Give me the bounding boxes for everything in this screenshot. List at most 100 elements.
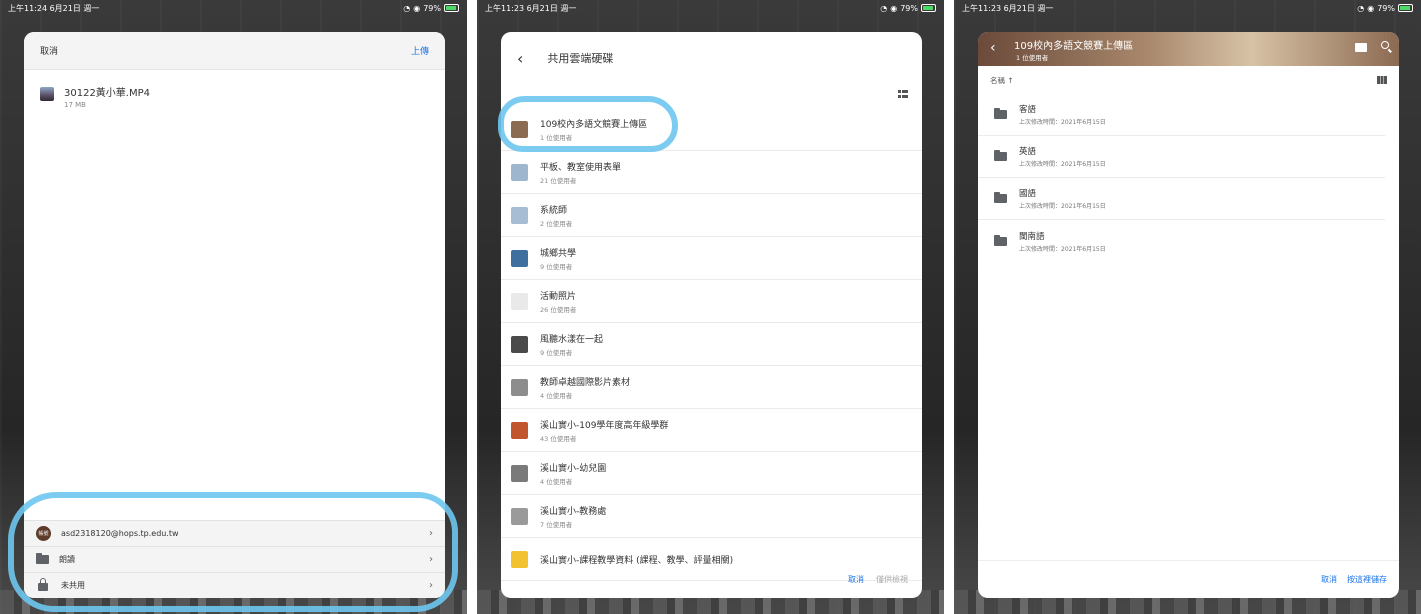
folder-icon — [994, 192, 1007, 203]
drive-title: 109校內多語文競賽上傳區 — [1014, 41, 1134, 52]
add-folder-icon[interactable] — [1355, 43, 1367, 52]
sort-bar: 名稱 ↑ — [978, 66, 1399, 94]
folder-name: 國語 — [1019, 189, 1037, 199]
drive-thumbnail — [511, 464, 528, 482]
view-only-button[interactable]: 僅供檢視 — [876, 574, 908, 585]
status-icons: ◔ ◉ 79% — [403, 4, 459, 13]
drive-name: 城鄉共學 — [540, 248, 577, 259]
cancel-button[interactable]: 取消 — [848, 574, 864, 585]
back-arrow-icon[interactable]: ‹ — [517, 49, 523, 68]
folder-icon — [994, 108, 1007, 119]
shared-drive-list: 109校內多語文競賽上傳區 1 位使用者 平板、教室使用表單 21 位使用者 系… — [501, 108, 922, 581]
drive-item[interactable]: 溪山實小-109學年度高年級學群 43 位使用者 — [501, 409, 922, 452]
drive-thumbnail — [511, 163, 528, 181]
status-time: 上午11:23 6月21日 週一 — [485, 3, 577, 13]
folder-modified: 上次修改時間：2021年6月15日 — [1019, 161, 1106, 168]
back-arrow-icon[interactable]: ‹ — [990, 40, 996, 56]
status-bar: 上午11:23 6月21日 週一 ◔ ◉ 79% — [954, 0, 1421, 16]
folder-icon — [994, 234, 1007, 246]
sheet-footer: 取消 按這裡儲存 — [978, 560, 1399, 598]
drive-user-count: 43 位使用者 — [540, 434, 577, 443]
drive-thumbnail — [511, 421, 528, 439]
status-bar: 上午11:23 6月21日 週一 ◔ ◉ 79% — [477, 0, 944, 16]
shared-drives-screen: 上午11:23 6月21日 週一 ◔ ◉ 79% ‹ 共用雲端硬碟 109校內多… — [477, 0, 944, 614]
drive-user-count: 9 位使用者 — [540, 262, 573, 271]
folder-item[interactable]: 客語 上次修改時間：2021年6月15日 — [978, 94, 1385, 136]
file-name: 30122黃小華.MP4 — [64, 88, 151, 99]
status-time: 上午11:23 6月21日 週一 — [962, 3, 1054, 13]
battery-percent: 79% — [1377, 3, 1395, 13]
search-icon[interactable] — [1381, 41, 1389, 49]
drive-item[interactable]: 活動照片 26 位使用者 — [501, 280, 922, 323]
status-time: 上午11:24 6月21日 週一 — [8, 3, 100, 13]
battery-icon — [1398, 4, 1413, 12]
drive-item[interactable]: 溪山實小-教務處 7 位使用者 — [501, 495, 922, 538]
list-view-icon[interactable] — [1377, 76, 1387, 84]
file-item: 30122黃小華.MP4 17 MB — [24, 70, 445, 123]
drive-item[interactable]: 風聽水漾在一起 9 位使用者 — [501, 323, 922, 366]
grid-view-icon[interactable] — [898, 90, 908, 98]
drive-name: 系統師 — [540, 205, 568, 216]
drive-name: 風聽水漾在一起 — [540, 334, 604, 345]
drive-name: 活動照片 — [540, 291, 577, 302]
status-icons: ◔ ◉ 79% — [1357, 4, 1413, 13]
folder-item[interactable]: 國語 上次修改時間：2021年6月15日 — [978, 178, 1385, 220]
orientation-lock-icon: ◉ — [890, 3, 898, 13]
orientation-lock-icon: ◉ — [1367, 3, 1375, 13]
folder-modified: 上次修改時間：2021年6月15日 — [1019, 245, 1106, 253]
cancel-button[interactable]: 取消 — [1321, 574, 1337, 585]
sheet-footer: 取消 僅供檢視 — [501, 560, 922, 598]
drive-thumbnail — [511, 249, 528, 267]
folder-icon — [994, 150, 1007, 161]
battery-percent: 79% — [900, 3, 918, 13]
video-thumbnail — [40, 87, 54, 101]
sheet-header: 取消 上傳 — [24, 32, 445, 70]
save-here-button[interactable]: 按這裡儲存 — [1347, 574, 1387, 585]
drive-thumbnail — [511, 206, 528, 224]
drive-name: 溪山實小-109學年度高年級學群 — [540, 420, 669, 431]
status-bar: 上午11:24 6月21日 週一 ◔ ◉ 79% — [0, 0, 467, 16]
drive-thumbnail — [511, 507, 528, 525]
drive-user-count: 2 位使用者 — [540, 219, 573, 228]
drive-item[interactable]: 平板、教室使用表單 21 位使用者 — [501, 151, 922, 194]
orientation-lock-icon: ◉ — [413, 3, 421, 13]
drive-item[interactable]: 教師卓越國際影片素材 4 位使用者 — [501, 366, 922, 409]
folder-item[interactable]: 英語 上次修改時間：2021年6月15日 — [978, 136, 1385, 178]
page-title: 共用雲端硬碟 — [547, 52, 614, 65]
upload-button[interactable]: 上傳 — [411, 44, 429, 57]
sheet-header: ‹ 共用雲端硬碟 — [501, 32, 922, 84]
sort-by-name-button[interactable]: 名稱 ↑ — [990, 75, 1014, 86]
drive-name: 教師卓越國際影片素材 — [540, 377, 631, 388]
drive-name: 平板、教室使用表單 — [540, 162, 622, 173]
drive-thumbnail — [511, 292, 528, 310]
highlight-circle-drive — [498, 96, 678, 152]
folder-name: 客語 — [1019, 105, 1037, 115]
drive-user-count: 7 位使用者 — [540, 520, 573, 529]
drive-item[interactable]: 系統師 2 位使用者 — [501, 194, 922, 237]
drive-user-count: 4 位使用者 — [540, 477, 573, 486]
folder-name: 英語 — [1019, 147, 1037, 157]
drive-user-count: 4 位使用者 — [540, 391, 573, 400]
drive-user-count: 26 位使用者 — [540, 305, 577, 314]
drive-item[interactable]: 溪山實小-幼兒園 4 位使用者 — [501, 452, 922, 495]
drive-thumbnail — [511, 378, 528, 396]
status-icons: ◔ ◉ 79% — [880, 4, 936, 13]
drive-user-count: 21 位使用者 — [540, 176, 577, 185]
drive-thumbnail — [511, 335, 528, 353]
battery-percent: 79% — [423, 3, 441, 13]
drive-name: 溪山實小-幼兒園 — [540, 463, 607, 474]
file-size: 17 MB — [64, 101, 86, 109]
highlight-circle-destinations — [8, 492, 458, 612]
folder-name: 閩南語 — [1019, 231, 1045, 242]
drive-folder-screen: 上午11:23 6月21日 週一 ◔ ◉ 79% ‹ 109校內多語文競賽上傳區… — [954, 0, 1421, 614]
battery-icon — [444, 4, 459, 12]
drive-user-count: 9 位使用者 — [540, 348, 573, 357]
drive-item[interactable]: 城鄉共學 9 位使用者 — [501, 237, 922, 280]
battery-icon — [921, 4, 936, 12]
folder-item[interactable]: 閩南語 上次修改時間：2021年6月15日 — [978, 220, 1385, 262]
wifi-icon: ◔ — [403, 3, 411, 13]
drive-name: 溪山實小-教務處 — [540, 506, 607, 517]
cancel-button[interactable]: 取消 — [40, 44, 58, 57]
wifi-icon: ◔ — [880, 3, 888, 13]
wifi-icon: ◔ — [1357, 3, 1365, 13]
